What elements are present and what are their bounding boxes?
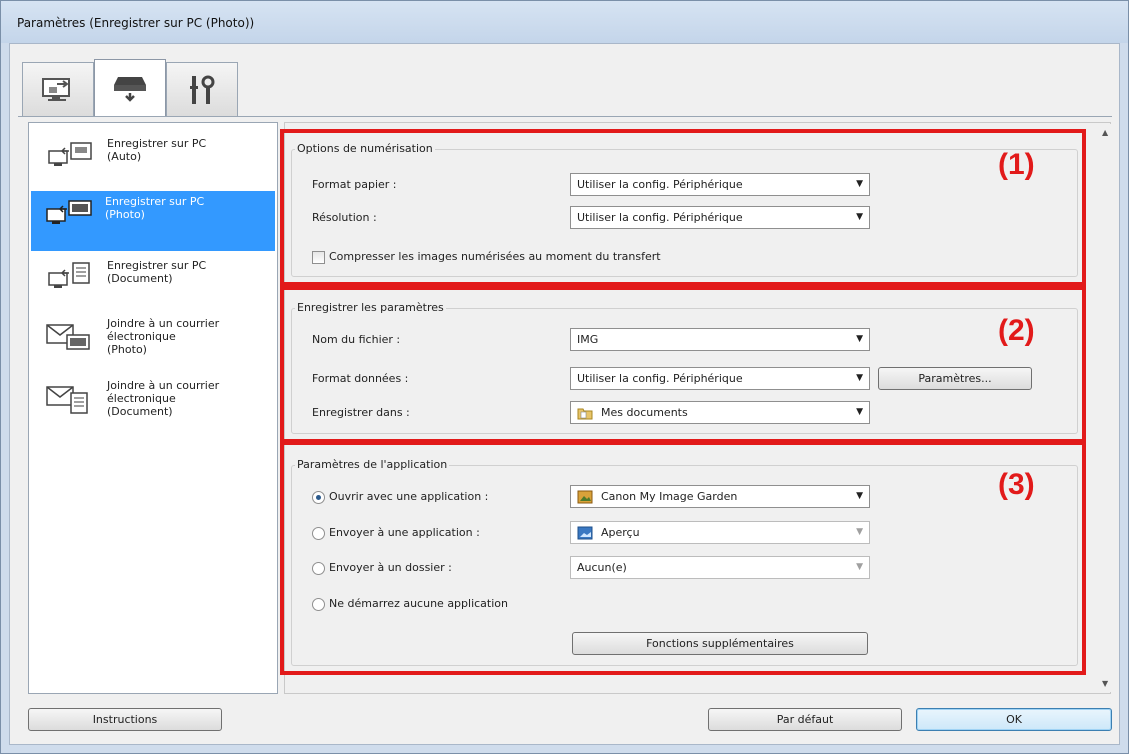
dialog-client-area: Enregistrer sur PC (Auto) Enregistrer su… (9, 43, 1120, 745)
save-to-pc-document-icon (48, 262, 90, 288)
title-bar: Paramètres (Enregistrer sur PC (Photo)) (1, 1, 1128, 43)
window-title: Paramètres (Enregistrer sur PC (Photo)) (17, 16, 255, 30)
sidebar-item-save-pc-document[interactable]: Enregistrer sur PC (Document) (33, 255, 277, 315)
section-marker-3: (3) (998, 468, 1035, 501)
send-app-label: Envoyer à une application : (329, 526, 480, 539)
no-app-label: Ne démarrez aucune application (329, 597, 508, 610)
folder-icon (577, 408, 593, 419)
defaults-button[interactable]: Par défaut (708, 708, 902, 731)
filename-label: Nom du fichier : (312, 333, 401, 346)
save-to-pc-photo-icon (46, 200, 92, 224)
save-in-value: Mes documents (601, 406, 688, 419)
resolution-dropdown[interactable]: Utiliser la config. Périphérique ▼ (570, 206, 870, 229)
save-in-label: Enregistrer dans : (312, 406, 410, 419)
scroll-down-arrow-icon[interactable]: ▼ (1102, 679, 1108, 688)
chevron-down-icon: ▼ (856, 491, 863, 501)
app-settings-title: Paramètres de l'application (295, 458, 450, 471)
paper-size-value: Utiliser la config. Périphérique (577, 178, 743, 191)
format-settings-button[interactable]: Paramètres... (878, 367, 1032, 390)
chevron-down-icon: ▼ (856, 373, 863, 383)
tab-scan-from-computer[interactable] (22, 62, 94, 116)
sidebar-item-label: Joindre à un courrier électronique (Phot… (107, 317, 220, 356)
save-in-dropdown[interactable]: Mes documents ▼ (570, 401, 870, 424)
compress-checkbox[interactable] (312, 251, 325, 264)
send-folder-value: Aucun(e) (577, 561, 627, 574)
paper-size-label: Format papier : (312, 178, 397, 191)
chevron-down-icon: ▼ (856, 407, 863, 417)
sidebar-item-label: Enregistrer sur PC (Auto) (107, 137, 207, 163)
vertical-scrollbar[interactable]: ▲ ▼ (1098, 124, 1115, 692)
scan-options-title: Options de numérisation (295, 142, 435, 155)
filename-combobox[interactable]: IMG ▼ (570, 328, 870, 351)
sidebar-item-save-pc-photo[interactable]: Enregistrer sur PC (Photo) (31, 191, 275, 251)
chevron-down-icon: ▼ (856, 212, 863, 222)
resolution-value: Utiliser la config. Périphérique (577, 211, 743, 224)
section-marker-1: (1) (998, 148, 1035, 181)
instructions-button[interactable]: Instructions (28, 708, 222, 731)
tab-scan-from-operation-panel[interactable] (94, 59, 166, 116)
preview-app-icon (577, 526, 593, 539)
tab-strip-divider (18, 116, 1112, 117)
open-app-dropdown[interactable]: Canon My Image Garden ▼ (570, 485, 870, 508)
tools-icon (190, 75, 215, 104)
settings-window: Paramètres (Enregistrer sur PC (Photo)) (0, 0, 1129, 754)
no-app-radio[interactable] (312, 598, 325, 611)
send-folder-radio[interactable] (312, 562, 325, 575)
send-folder-dropdown[interactable]: Aucun(e) ▼ (570, 556, 870, 579)
send-app-radio[interactable] (312, 527, 325, 540)
tab-general-settings[interactable] (166, 62, 238, 116)
image-garden-icon (577, 490, 593, 503)
data-format-label: Format données : (312, 372, 409, 385)
chevron-down-icon: ▼ (856, 562, 863, 572)
save-settings-title: Enregistrer les paramètres (295, 301, 446, 314)
send-folder-label: Envoyer à un dossier : (329, 561, 452, 574)
more-functions-button[interactable]: Fonctions supplémentaires (572, 632, 868, 655)
sidebar-item-email-photo[interactable]: Joindre à un courrier électronique (Phot… (33, 313, 277, 375)
send-app-dropdown[interactable]: Aperçu ▼ (570, 521, 870, 544)
sidebar-item-save-pc-auto[interactable]: Enregistrer sur PC (Auto) (33, 133, 277, 193)
chevron-down-icon: ▼ (856, 179, 863, 189)
chevron-down-icon: ▼ (856, 334, 863, 344)
save-to-pc-auto-icon (48, 142, 92, 166)
data-format-value: Utiliser la config. Périphérique (577, 372, 743, 385)
scanner-icon (114, 77, 146, 102)
email-document-icon (46, 386, 88, 414)
sidebar-item-email-document[interactable]: Joindre à un courrier électronique (Docu… (33, 375, 277, 437)
open-app-radio[interactable] (312, 491, 325, 504)
sidebar-item-label: Enregistrer sur PC (Photo) (105, 195, 205, 221)
sidebar-item-label: Enregistrer sur PC (Document) (107, 259, 207, 285)
paper-size-dropdown[interactable]: Utiliser la config. Périphérique ▼ (570, 173, 870, 196)
email-photo-icon (46, 324, 90, 350)
open-app-label: Ouvrir avec une application : (329, 490, 489, 503)
send-app-value: Aperçu (601, 526, 640, 539)
sidebar: Enregistrer sur PC (Auto) Enregistrer su… (28, 122, 278, 694)
filename-value: IMG (577, 333, 599, 346)
compress-label: Compresser les images numérisées au mome… (329, 250, 661, 263)
ok-button[interactable]: OK (916, 708, 1112, 731)
scroll-up-arrow-icon[interactable]: ▲ (1102, 128, 1108, 137)
section-marker-2: (2) (998, 314, 1035, 347)
resolution-label: Résolution : (312, 211, 377, 224)
sidebar-item-label: Joindre à un courrier électronique (Docu… (107, 379, 220, 418)
computer-scan-icon (42, 77, 70, 101)
open-app-value: Canon My Image Garden (601, 490, 738, 503)
data-format-dropdown[interactable]: Utiliser la config. Périphérique ▼ (570, 367, 870, 390)
chevron-down-icon: ▼ (856, 527, 863, 537)
